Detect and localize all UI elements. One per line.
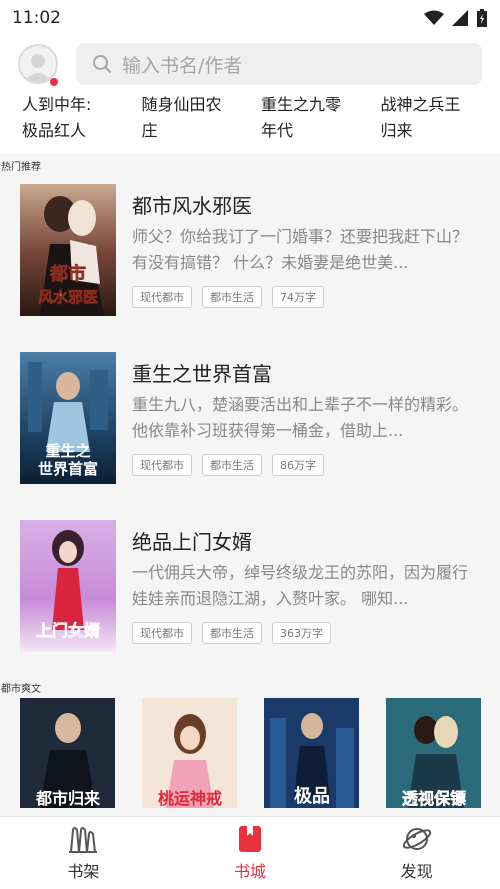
svg-text:世界首富: 世界首富 bbox=[38, 460, 98, 478]
nav-label: 书城 bbox=[234, 862, 267, 881]
section-title-hot: 热门推荐 bbox=[1, 162, 41, 173]
book-cover[interactable]: 都市归来 bbox=[20, 698, 115, 808]
word-count-tag: 363万字 bbox=[272, 622, 331, 644]
bottom-nav: 书架 书城 发现 bbox=[0, 816, 500, 889]
search-input[interactable]: 输入书名/作者 bbox=[76, 43, 482, 85]
svg-text:重生之: 重生之 bbox=[45, 442, 90, 460]
svg-text:都市归来: 都市归来 bbox=[35, 789, 101, 808]
signal-icon bbox=[452, 10, 468, 26]
category-item[interactable]: 随身仙田农 庄 bbox=[142, 92, 262, 154]
cover-image: 桃运神戒 bbox=[142, 698, 237, 808]
status-bar: 11:02 bbox=[0, 0, 500, 36]
tag[interactable]: 现代都市 bbox=[132, 454, 192, 476]
tag[interactable]: 都市生活 bbox=[202, 286, 262, 308]
wifi-icon bbox=[424, 10, 444, 25]
tag[interactable]: 都市生活 bbox=[202, 454, 262, 476]
nav-label: 书架 bbox=[67, 862, 100, 881]
book-cover[interactable]: 透视保镖 bbox=[386, 698, 481, 808]
bookshelf-icon bbox=[69, 827, 98, 853]
book-cover[interactable]: 桃运神戒 bbox=[142, 698, 237, 808]
book-cover[interactable]: 上门女婿 bbox=[20, 520, 116, 652]
svg-text:透视保镖: 透视保镖 bbox=[402, 789, 466, 808]
nav-label: 发现 bbox=[400, 862, 433, 881]
category-label: 战神之兵王 bbox=[380, 95, 461, 114]
category-label: 年代 bbox=[261, 121, 294, 140]
book-description: 一代佣兵大帝，绰号终级龙王的苏阳，因为履行娃娃亲而退隐江湖，入赘叶家。 哪知..… bbox=[132, 563, 469, 608]
category-label: 归来 bbox=[380, 121, 413, 140]
section-title-urban: 都市爽文 bbox=[1, 684, 41, 695]
tag[interactable]: 现代都市 bbox=[132, 622, 192, 644]
book-description: 师父？你给我订了一门婚事？还要把我赶下山？有没有搞错？ 什么？未婚妻是绝世美..… bbox=[132, 227, 469, 272]
category-row: 人到中年: 极品红人 随身仙田农 庄 重生之九零 年代 战神之兵王 归来 bbox=[0, 92, 500, 154]
planet-icon bbox=[402, 828, 431, 850]
book-item[interactable]: 重生之 世界首富 重生之世界首富 重生九八，楚涵要活出和上辈子不一样的精彩。 他… bbox=[0, 342, 500, 510]
notification-dot bbox=[50, 78, 58, 86]
tag[interactable]: 现代都市 bbox=[132, 286, 192, 308]
cover-image: 都市归来 bbox=[20, 698, 115, 808]
status-time: 11:02 bbox=[12, 8, 61, 28]
category-label: 极品红人 bbox=[22, 121, 87, 140]
main-content[interactable]: 人到中年: 极品红人 随身仙田农 庄 重生之九零 年代 战神之兵王 归来 热门推… bbox=[0, 92, 500, 816]
book-cover[interactable]: 都市 风水邪医 bbox=[20, 184, 116, 316]
nav-bookshelf[interactable]: 书架 bbox=[0, 817, 167, 889]
category-item[interactable]: 人到中年: 极品红人 bbox=[22, 92, 142, 154]
urban-cover-row: 都市归来 桃运神戒 极品 透视保镖 bbox=[0, 698, 500, 808]
book-tags: 现代都市 都市生活 74万字 bbox=[132, 286, 324, 308]
book-cover[interactable]: 重生之 世界首富 bbox=[20, 352, 116, 484]
category-label: 庄 bbox=[141, 121, 158, 140]
book-title: 都市风水邪医 bbox=[132, 194, 252, 218]
category-item[interactable]: 战神之兵王 归来 bbox=[381, 92, 500, 154]
search-placeholder: 输入书名/作者 bbox=[122, 54, 243, 77]
top-header: 输入书名/作者 bbox=[0, 36, 500, 92]
battery-icon bbox=[477, 9, 487, 27]
svg-text:上门女婿: 上门女婿 bbox=[36, 621, 100, 640]
svg-text:桃运神戒: 桃运神戒 bbox=[158, 789, 222, 808]
book-title: 重生之世界首富 bbox=[132, 362, 272, 386]
svg-text:都市: 都市 bbox=[49, 263, 86, 285]
cover-image: 透视保镖 bbox=[386, 698, 481, 808]
book-tags: 现代都市 都市生活 363万字 bbox=[132, 622, 331, 644]
nav-discover[interactable]: 发现 bbox=[333, 817, 500, 889]
cover-image: 极品 bbox=[264, 698, 359, 808]
book-tags: 现代都市 都市生活 86万字 bbox=[132, 454, 324, 476]
svg-text:极品: 极品 bbox=[294, 786, 330, 807]
bookstore-icon bbox=[239, 826, 261, 852]
nav-bookstore[interactable]: 书城 bbox=[167, 817, 334, 889]
book-item[interactable]: 上门女婿 绝品上门女婿 一代佣兵大帝，绰号终级龙王的苏阳，因为履行娃娃亲而退隐江… bbox=[0, 510, 500, 678]
book-description: 重生九八，楚涵要活出和上辈子不一样的精彩。 他依靠补习班获得第一桶金，借助上..… bbox=[132, 395, 469, 440]
category-label: 人到中年: bbox=[22, 95, 92, 114]
category-label: 重生之九零 bbox=[261, 95, 342, 114]
cover-image: 都市 风水邪医 bbox=[20, 184, 116, 316]
book-item[interactable]: 都市 风水邪医 都市风水邪医 师父？你给我订了一门婚事？还要把我赶下山？有没有搞… bbox=[0, 174, 500, 342]
category-item[interactable]: 重生之九零 年代 bbox=[261, 92, 381, 154]
tag[interactable]: 都市生活 bbox=[202, 622, 262, 644]
svg-text:风水邪医: 风水邪医 bbox=[38, 288, 98, 306]
cover-image: 上门女婿 bbox=[20, 520, 116, 652]
status-icons bbox=[424, 9, 488, 27]
book-cover[interactable]: 极品 bbox=[264, 698, 359, 808]
book-title: 绝品上门女婿 bbox=[132, 530, 252, 554]
cover-image: 重生之 世界首富 bbox=[20, 352, 116, 484]
word-count-tag: 74万字 bbox=[272, 286, 324, 308]
word-count-tag: 86万字 bbox=[272, 454, 324, 476]
category-label: 随身仙田农 bbox=[141, 95, 222, 114]
search-icon bbox=[93, 55, 112, 74]
